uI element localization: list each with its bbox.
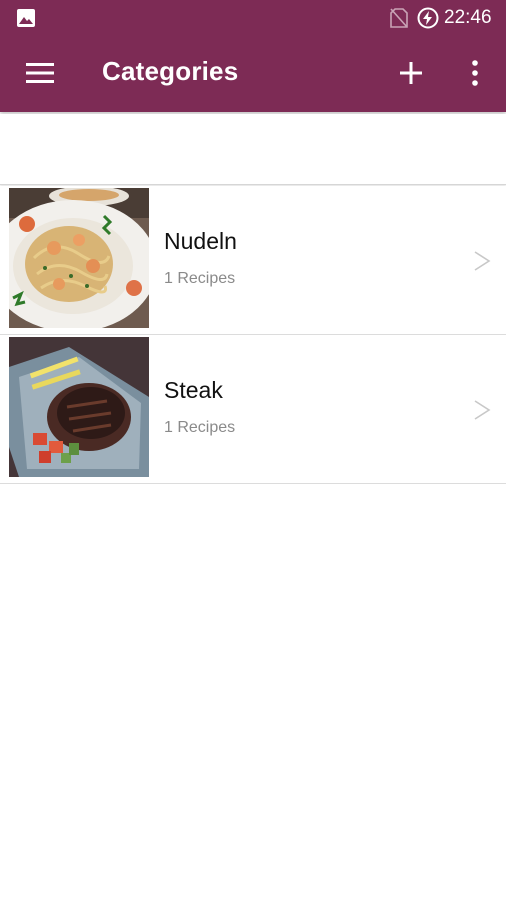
- status-time: 22:46: [444, 7, 492, 28]
- chevron-right-icon: [474, 400, 491, 420]
- no-sim-icon: [390, 8, 408, 28]
- category-recipe-count: 1 Recipes: [164, 419, 236, 436]
- menu-icon[interactable]: [26, 62, 54, 84]
- more-vert-icon[interactable]: [468, 58, 482, 88]
- battery-charging-icon: [417, 7, 439, 29]
- chevron-right-icon: [474, 251, 491, 271]
- category-name: Nudeln: [164, 228, 237, 254]
- page-title: Categories: [102, 56, 239, 86]
- category-name: Steak: [164, 377, 223, 403]
- category-row-nudeln[interactable]: Nudeln 1 Recipes: [0, 186, 506, 335]
- category-row-steak[interactable]: Steak 1 Recipes: [0, 335, 506, 484]
- category-recipe-count: 1 Recipes: [164, 270, 236, 287]
- status-bar: 22:46: [0, 0, 506, 36]
- category-list: Nudeln 1 Recipes Steak 1 Recipes: [0, 186, 506, 484]
- category-image-pasta: [9, 188, 149, 328]
- app-bar: Categories: [0, 36, 506, 112]
- category-image-steak: [9, 337, 149, 477]
- image-icon: [17, 9, 35, 27]
- add-icon[interactable]: [398, 60, 424, 86]
- header-spacer: [0, 114, 506, 185]
- top-bar: 22:46 Categories: [0, 0, 506, 112]
